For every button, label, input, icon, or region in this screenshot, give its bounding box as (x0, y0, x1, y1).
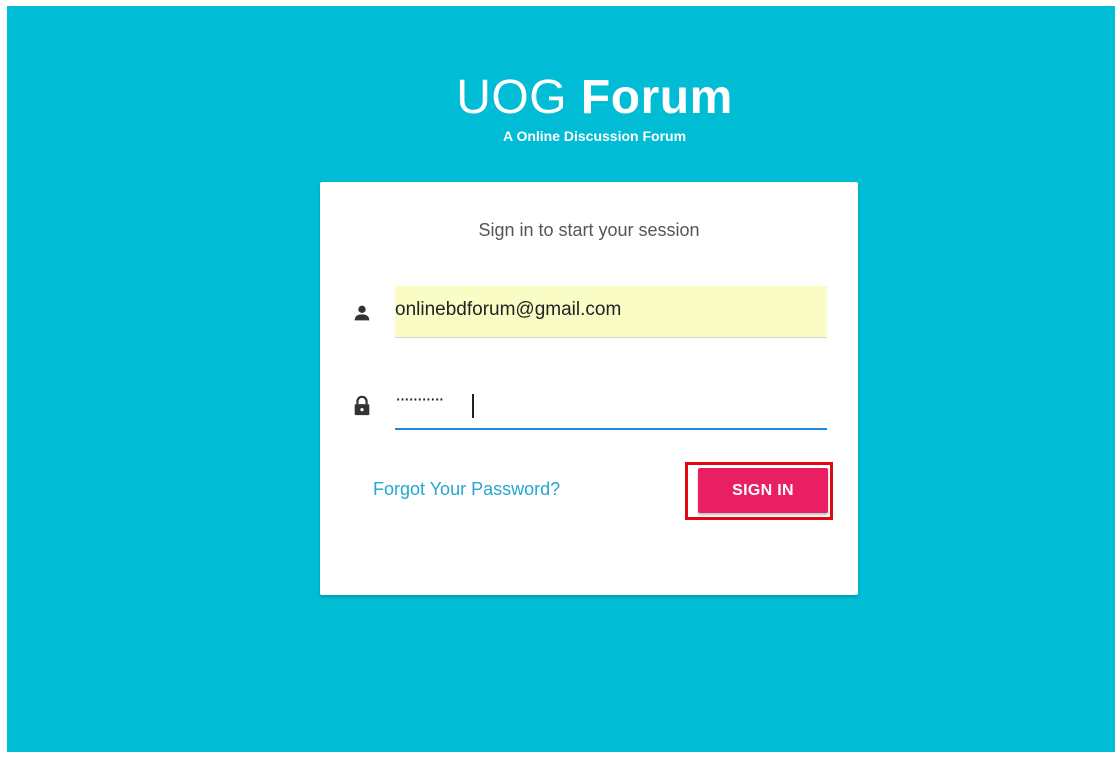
brand-title-light: UOG (456, 71, 568, 124)
text-caret (472, 394, 474, 418)
login-card: Sign in to start your session ··········… (320, 182, 858, 595)
brand-header: UOG Forum A Online Discussion Forum (7, 70, 1115, 144)
page-background: UOG Forum A Online Discussion Forum Sign… (7, 6, 1115, 752)
brand-title: UOG Forum (7, 70, 1115, 126)
email-input[interactable] (395, 286, 827, 337)
brand-subtitle: A Online Discussion Forum (502, 128, 687, 144)
lock-icon (351, 395, 373, 417)
login-message: Sign in to start your session (478, 220, 700, 240)
sign-in-button[interactable]: SIGN IN (698, 468, 828, 513)
password-masked-value[interactable]: ··········· (395, 389, 445, 411)
brand-title-bold: Forum (580, 71, 733, 124)
password-field[interactable]: ··········· (395, 378, 827, 430)
forgot-password-link[interactable]: Forgot Your Password? (373, 479, 560, 500)
person-icon (351, 302, 373, 324)
email-field[interactable] (395, 286, 827, 338)
